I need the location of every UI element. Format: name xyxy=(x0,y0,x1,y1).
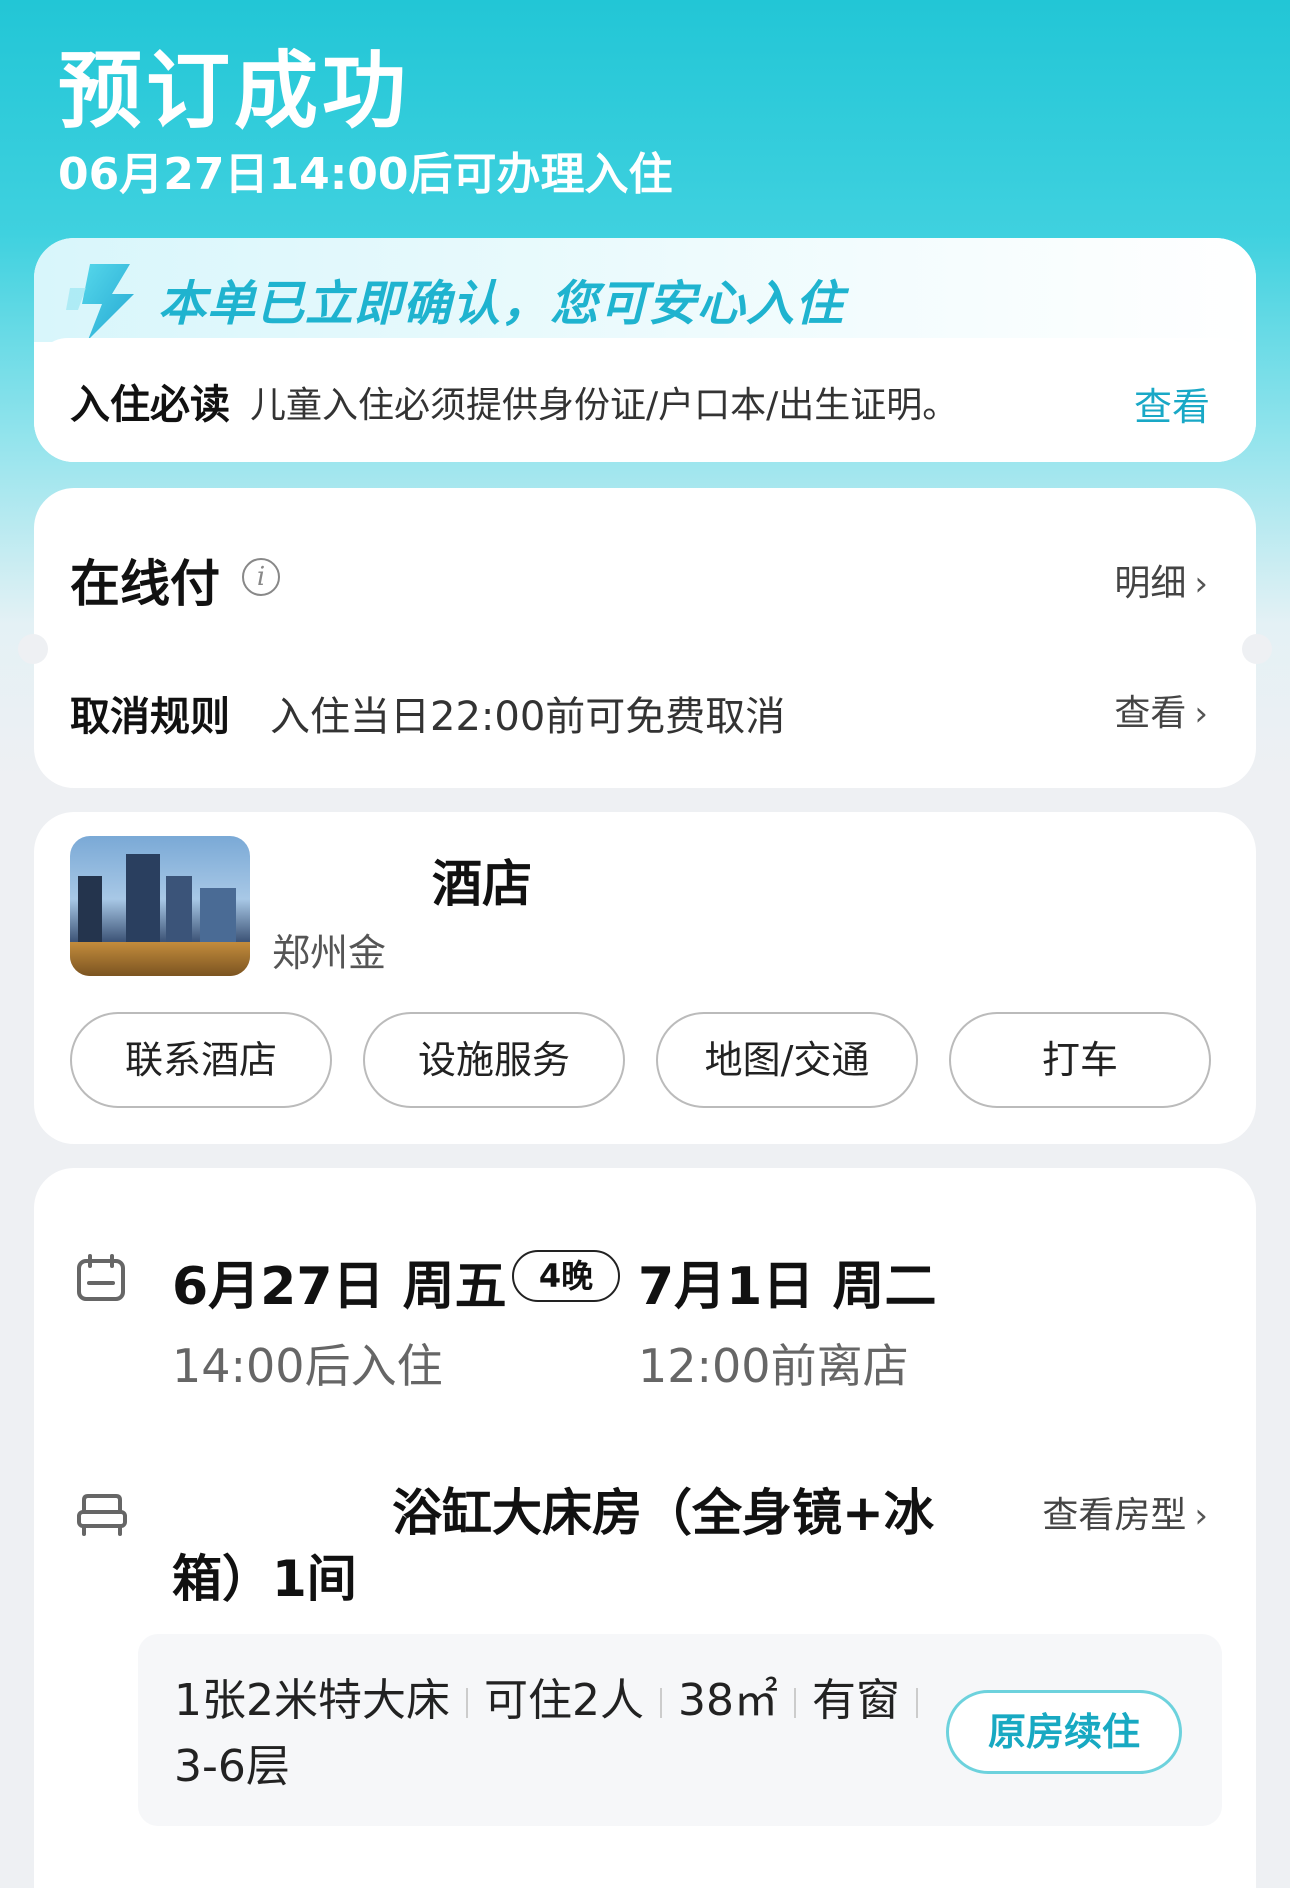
bed-icon xyxy=(77,1494,127,1536)
bed-spec: 1张2米特大床 xyxy=(174,1675,450,1726)
cancel-policy-link-label: 查看 xyxy=(1114,693,1187,734)
checkin-date: 6月27日 周五 xyxy=(172,1257,507,1317)
info-icon[interactable]: i xyxy=(242,558,280,596)
hotel-name[interactable]: 酒店 xyxy=(432,844,532,916)
payment-card: 在线付 i 明细 › 取消规则 入住当日22:00前可免费取消 查看 › xyxy=(18,488,1272,788)
room-name: 浴缸大床房（全身镜+冰箱）1间 xyxy=(172,1480,1008,1612)
hotel-address: 郑州金 xyxy=(272,931,387,975)
window-spec: 有窗 xyxy=(812,1675,900,1726)
checkin-notice[interactable]: 入住必读 儿童入住必须提供身份证/户口本/出生证明。 查看 xyxy=(34,338,1256,462)
card-notch xyxy=(1242,634,1272,664)
occupancy-spec: 可住2人 xyxy=(484,1675,644,1726)
chevron-right-icon: › xyxy=(1194,564,1208,604)
notice-text: 儿童入住必须提供身份证/户口本/出生证明。 xyxy=(250,385,959,426)
card-notch xyxy=(18,634,48,664)
chevron-right-icon: › xyxy=(1194,1496,1208,1536)
cancel-policy-link[interactable]: 查看 › xyxy=(1114,684,1208,736)
price-detail-link[interactable]: 明细 › xyxy=(1114,554,1208,606)
checkout-time: 12:00前离店 xyxy=(638,1339,909,1393)
room-specs: 1张2米特大床 可住2人 38㎡ 有窗 xyxy=(174,1664,934,1728)
map-transport-button[interactable]: 地图/交通 xyxy=(656,1012,918,1108)
confirmation-card: 本单已立即确认，您可安心入住 入住必读 儿童入住必须提供身份证/户口本/出生证明… xyxy=(34,238,1256,462)
stay-details-card: 6月27日 周五 4晚 7月1日 周二 14:00后入住 12:00前离店 浴缸… xyxy=(34,1168,1256,1888)
lightning-icon xyxy=(66,264,134,340)
hotel-card: 酒店 郑州金 联系酒店 设施服务 地图/交通 打车 xyxy=(34,812,1256,1144)
area-spec: 38㎡ xyxy=(678,1675,778,1726)
view-room-type-label: 查看房型 xyxy=(1042,1495,1187,1536)
payment-method: 在线付 xyxy=(70,555,220,613)
notice-view-link[interactable]: 查看 xyxy=(1134,376,1210,431)
checkin-hint: 06月27日14:00后可办理入住 xyxy=(58,149,673,200)
hotel-photo[interactable] xyxy=(70,836,250,976)
cancel-policy-label: 取消规则 xyxy=(70,694,230,740)
room-specs-box: 1张2米特大床 可住2人 38㎡ 有窗 3-6层 原房续住 xyxy=(138,1634,1222,1826)
calendar-icon xyxy=(77,1254,125,1301)
price-detail-label: 明细 xyxy=(1114,563,1187,604)
floor-spec: 3-6层 xyxy=(174,1741,290,1792)
notice-label: 入住必读 xyxy=(70,382,230,428)
instant-confirm-text: 本单已立即确认，您可安心入住 xyxy=(158,276,845,332)
chevron-right-icon: › xyxy=(1194,694,1208,734)
cancel-policy-text: 入住当日22:00前可免费取消 xyxy=(270,694,786,740)
extend-stay-button[interactable]: 原房续住 xyxy=(946,1690,1182,1774)
view-room-type-link[interactable]: 查看房型 › xyxy=(1042,1486,1208,1538)
checkout-date: 7月1日 周二 xyxy=(638,1257,937,1317)
page-title: 预订成功 xyxy=(58,42,411,140)
facilities-button[interactable]: 设施服务 xyxy=(363,1012,625,1108)
taxi-button[interactable]: 打车 xyxy=(949,1012,1211,1108)
contact-hotel-button[interactable]: 联系酒店 xyxy=(70,1012,332,1108)
nights-badge: 4晚 xyxy=(512,1250,620,1302)
instant-confirm-banner: 本单已立即确认，您可安心入住 xyxy=(34,238,1256,342)
checkin-time: 14:00后入住 xyxy=(172,1339,443,1393)
